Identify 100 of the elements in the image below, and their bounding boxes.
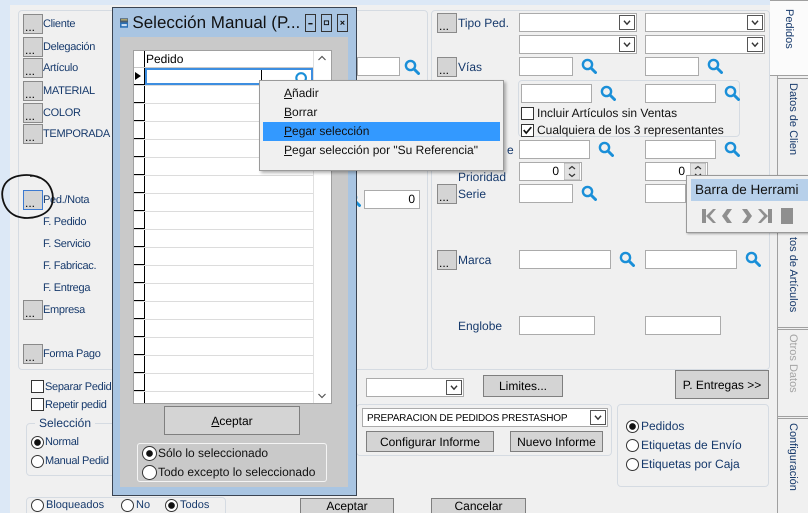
text-field[interactable]: [645, 140, 716, 159]
radio-button[interactable]: [31, 499, 44, 512]
radio-button[interactable]: [31, 436, 44, 449]
maximize-icon[interactable]: [321, 14, 332, 32]
field-label: Cliente: [43, 17, 76, 31]
lookup-button[interactable]: ...: [23, 344, 43, 364]
cancel-button[interactable]: Cancelar: [431, 498, 526, 513]
last-record-icon[interactable]: [757, 208, 773, 224]
lookup-button[interactable]: ...: [437, 250, 457, 270]
search-icon[interactable]: [404, 59, 420, 75]
text-field[interactable]: [519, 250, 611, 269]
lookup-button[interactable]: ...: [23, 37, 43, 57]
text-field[interactable]: [645, 84, 716, 103]
menu-item[interactable]: Borrar: [263, 103, 500, 122]
field-label: Normal: [45, 435, 79, 449]
deliveries-button[interactable]: P. Entregas >>: [675, 370, 769, 399]
field-label: Marca: [458, 253, 492, 267]
dropdown-value: PREPARACION DE PEDIDOS PRESTASHOP: [367, 412, 568, 426]
text-field[interactable]: [645, 57, 699, 76]
lookup-button[interactable]: ...: [23, 124, 43, 144]
checkbox[interactable]: [521, 107, 534, 120]
radio-button[interactable]: [142, 446, 157, 460]
text-field[interactable]: [645, 184, 686, 203]
menu-item[interactable]: Añadir: [263, 84, 500, 103]
first-record-icon[interactable]: [701, 208, 717, 224]
search-icon[interactable]: [598, 141, 614, 157]
checkbox[interactable]: [31, 380, 44, 393]
field-label: Incluir Artículos sin Ventas: [537, 106, 678, 120]
radio-button[interactable]: [142, 464, 157, 480]
lookup-button[interactable]: ...: [23, 81, 43, 101]
lookup-button[interactable]: ...: [23, 103, 43, 123]
side-tab[interactable]: Pedidos: [770, 0, 808, 76]
limits-button[interactable]: Limites...: [483, 375, 563, 397]
lookup-button[interactable]: ...: [437, 57, 457, 77]
field-label: Prioridad: [458, 170, 506, 184]
radio-button[interactable]: [626, 458, 639, 471]
text-field[interactable]: [645, 316, 721, 335]
group-title: Selección: [35, 416, 96, 430]
dropdown-field[interactable]: [645, 13, 765, 32]
text-field[interactable]: [519, 57, 573, 76]
menu-item[interactable]: Pegar selección: [263, 122, 500, 141]
dropdown-field[interactable]: [645, 35, 765, 54]
search-icon[interactable]: [724, 141, 740, 157]
column-header[interactable]: Pedido: [145, 51, 313, 67]
radio-button[interactable]: [626, 439, 639, 452]
field-label: Tipo Ped.: [458, 16, 509, 30]
field-label: Englobe: [458, 319, 502, 333]
search-icon[interactable]: [724, 85, 740, 101]
search-icon[interactable]: [581, 58, 597, 74]
minimize-icon[interactable]: [305, 14, 316, 32]
close-icon[interactable]: [337, 14, 348, 32]
radio-button[interactable]: [165, 499, 178, 512]
field-label: Etiquetas por Caja: [641, 457, 740, 471]
dropdown-field[interactable]: [519, 13, 637, 32]
next-icon[interactable]: [739, 208, 753, 224]
radio-label: Sólo lo seleccionado: [158, 446, 270, 460]
search-icon[interactable]: [581, 185, 597, 201]
previous-icon[interactable]: [721, 208, 735, 224]
text-field[interactable]: [645, 250, 737, 269]
text-field[interactable]: [519, 184, 573, 203]
text-field[interactable]: [519, 316, 595, 335]
field-label: Serie: [458, 187, 486, 201]
field-label: Vías: [458, 60, 482, 74]
dropdown-field[interactable]: [519, 35, 637, 54]
field-label: Cualquiera de los 3 representantes: [537, 123, 724, 137]
field-label: Artículo: [43, 61, 78, 75]
lookup-button[interactable]: ...: [23, 190, 43, 210]
new-report-button[interactable]: Nuevo Informe: [510, 431, 603, 452]
lookup-button[interactable]: ...: [437, 184, 457, 204]
field-label: F. Pedido: [43, 215, 86, 229]
field-label: F. Entrega: [43, 281, 90, 295]
dropdown-field[interactable]: [366, 378, 464, 397]
field-label: F. Servicio: [43, 237, 90, 251]
checkbox[interactable]: [31, 398, 44, 411]
lookup-button[interactable]: ...: [23, 14, 43, 34]
text-field[interactable]: 0: [364, 190, 420, 209]
text-field[interactable]: [519, 140, 590, 159]
accept-button[interactable]: Aceptar: [164, 406, 300, 435]
field-label: Todos: [180, 498, 210, 512]
radio-button[interactable]: [626, 420, 639, 433]
field-label: Pedidos: [641, 419, 684, 433]
search-icon[interactable]: [707, 58, 723, 74]
lookup-button[interactable]: ...: [437, 13, 457, 33]
radio-button[interactable]: [121, 499, 134, 512]
lookup-button[interactable]: ...: [23, 58, 43, 78]
radio-button[interactable]: [31, 455, 44, 468]
text-field[interactable]: [521, 84, 592, 103]
dropdown-field[interactable]: PREPARACION DE PEDIDOS PRESTASHOP: [362, 408, 608, 427]
search-icon[interactable]: [619, 251, 635, 267]
field-label: Manual Pedid: [45, 454, 109, 468]
number-spinner[interactable]: 0: [519, 162, 582, 181]
lookup-button[interactable]: ...: [23, 300, 43, 320]
checkbox[interactable]: [521, 124, 534, 137]
search-icon[interactable]: [745, 251, 761, 267]
configure-report-button[interactable]: Configurar Informe: [366, 431, 494, 452]
accept-button[interactable]: Aceptar: [300, 498, 394, 513]
menu-item[interactable]: Pegar selección por "Su Referencia": [263, 141, 500, 160]
text-field[interactable]: [357, 57, 400, 76]
spin-arrows-icon[interactable]: [564, 163, 580, 180]
search-icon[interactable]: [600, 85, 616, 101]
